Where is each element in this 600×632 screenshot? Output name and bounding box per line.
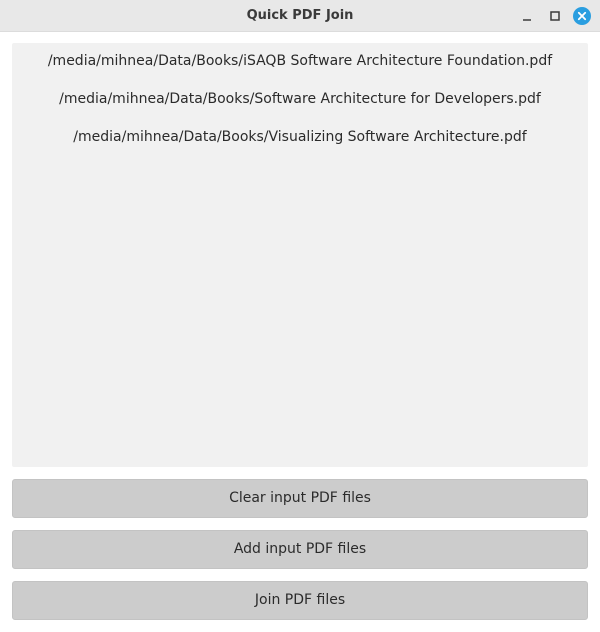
add-input-files-button[interactable]: Add input PDF files: [12, 530, 588, 569]
input-files-list[interactable]: /media/mihnea/Data/Books/iSAQB Software …: [12, 43, 588, 467]
list-item[interactable]: /media/mihnea/Data/Books/iSAQB Software …: [12, 51, 588, 89]
list-item[interactable]: /media/mihnea/Data/Books/Software Archit…: [12, 89, 588, 127]
minimize-button[interactable]: [518, 7, 536, 25]
join-pdf-files-button[interactable]: Join PDF files: [12, 581, 588, 620]
list-item[interactable]: /media/mihnea/Data/Books/Visualizing Sof…: [12, 127, 588, 165]
maximize-icon: [550, 11, 560, 21]
maximize-button[interactable]: [546, 7, 564, 25]
clear-input-files-button[interactable]: Clear input PDF files: [12, 479, 588, 518]
window-title: Quick PDF Join: [246, 8, 354, 23]
app-window: Quick PDF Join /media/mihnea/Data/Books/…: [0, 0, 600, 632]
minimize-icon: [523, 19, 531, 21]
close-icon: [573, 7, 591, 25]
close-button[interactable]: [573, 7, 591, 25]
title-bar[interactable]: Quick PDF Join: [0, 0, 600, 32]
